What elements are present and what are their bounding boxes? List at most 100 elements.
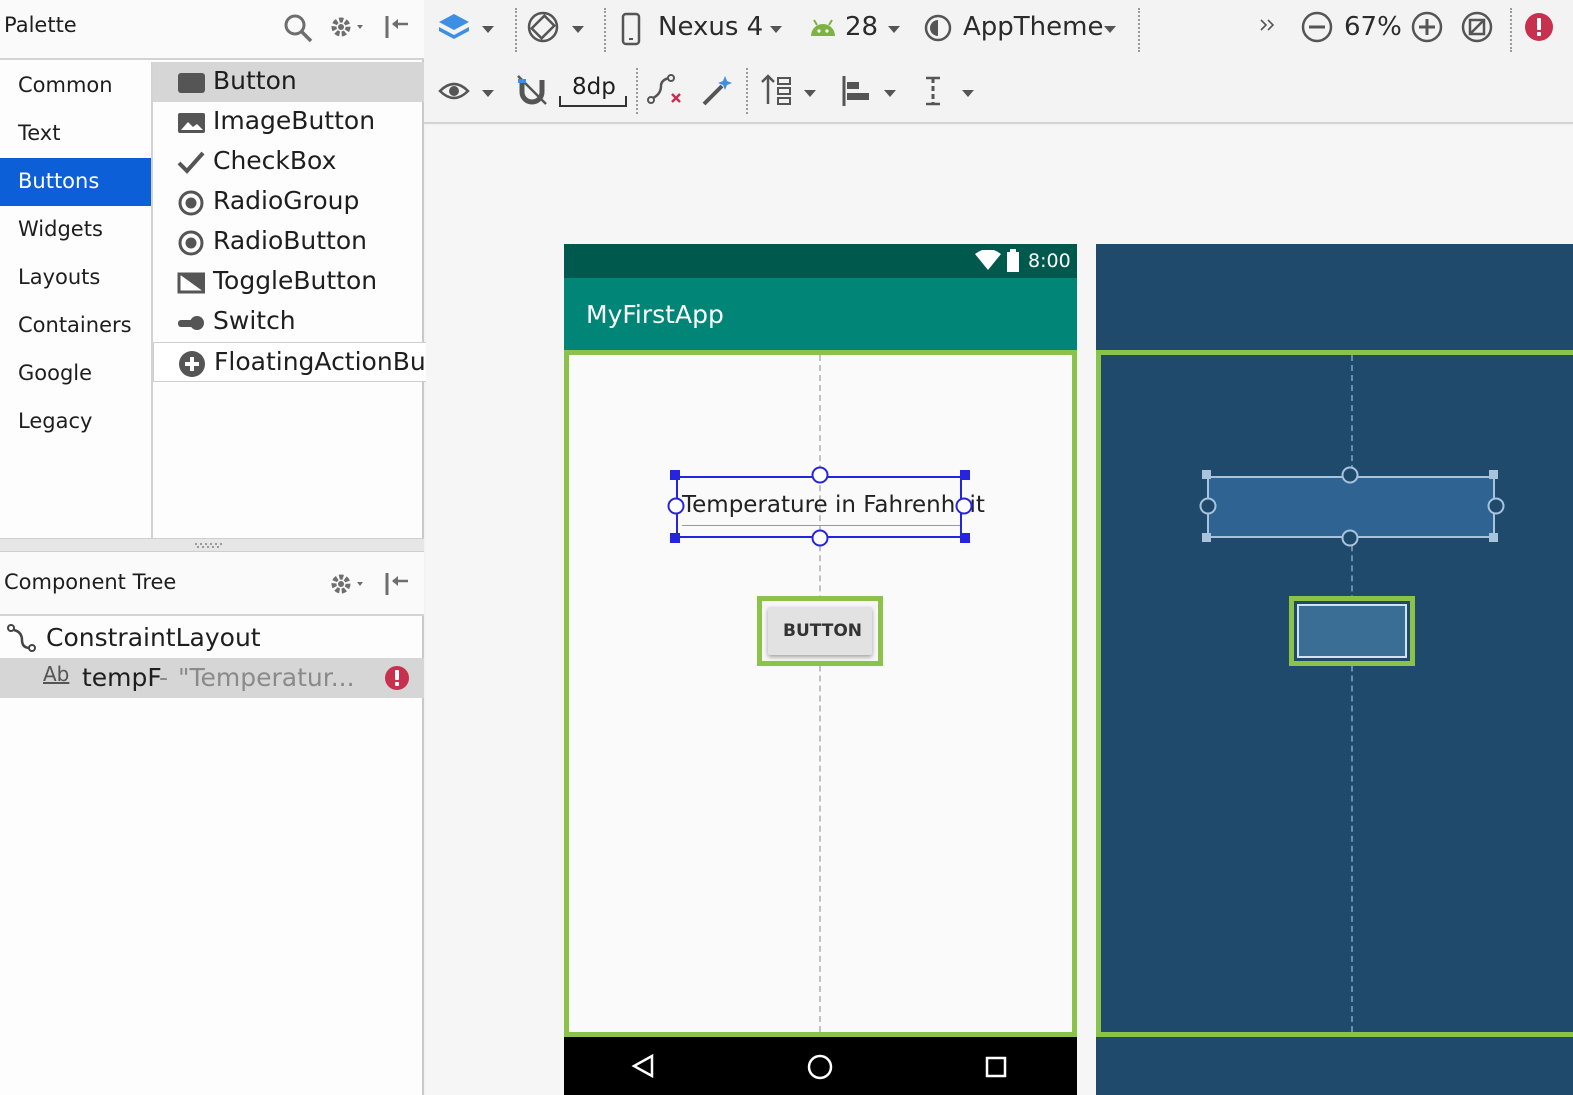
palette-item-label: ToggleButton xyxy=(213,266,378,295)
api-level: 28 xyxy=(845,12,879,42)
category-layouts[interactable]: Layouts xyxy=(0,254,151,302)
margin-ruler-icon xyxy=(559,96,627,107)
device-selector[interactable]: Nexus 4 xyxy=(620,8,795,52)
blueprint-button-body xyxy=(1297,604,1407,658)
button-label: BUTTON xyxy=(783,621,863,641)
selection-handles[interactable] xyxy=(664,464,976,550)
textview-icon: Ab xyxy=(43,662,70,686)
button-icon xyxy=(178,73,205,93)
home-icon xyxy=(807,1054,833,1080)
image-icon xyxy=(178,113,205,133)
gear-icon[interactable] xyxy=(328,570,368,600)
overflow-chevron-icon[interactable] xyxy=(1258,16,1280,36)
toggle-icon xyxy=(177,272,205,294)
device-name: Nexus 4 xyxy=(658,12,764,42)
app-bar: MyFirstApp xyxy=(564,278,1077,350)
palette-header: Palette xyxy=(0,0,424,60)
radio-icon xyxy=(178,190,204,216)
gear-icon[interactable] xyxy=(328,13,368,43)
category-widgets[interactable]: Widgets xyxy=(0,206,151,254)
constraint-layout-icon xyxy=(7,624,36,652)
clear-constraints-icon[interactable] xyxy=(646,74,686,108)
tree-root-label: ConstraintLayout xyxy=(46,623,261,652)
checkmark-icon xyxy=(177,151,205,174)
blueprint-center-guideline xyxy=(1351,355,1353,1032)
status-bar: 8:00 xyxy=(564,244,1077,278)
phone-icon xyxy=(621,12,641,46)
palette-item-label: RadioGroup xyxy=(213,186,360,215)
default-margin-selector[interactable]: 8dp xyxy=(558,72,630,112)
category-containers[interactable]: Containers xyxy=(0,302,151,350)
eye-icon[interactable] xyxy=(438,76,498,106)
category-legacy[interactable]: Legacy xyxy=(0,398,151,446)
blueprint-button[interactable] xyxy=(1289,596,1415,666)
switch-icon xyxy=(178,316,204,330)
category-common[interactable]: Common xyxy=(0,62,151,110)
category-text[interactable]: Text xyxy=(0,110,151,158)
component-tree-header: Component Tree xyxy=(0,552,424,616)
search-icon[interactable] xyxy=(282,12,314,44)
palette-categories: Common Text Buttons Widgets Layouts Cont… xyxy=(0,62,153,538)
theme-name: AppTheme xyxy=(963,12,1104,42)
grip-icon xyxy=(195,543,222,548)
category-buttons[interactable]: Buttons xyxy=(0,158,151,206)
palette-item-label: ImageButton xyxy=(213,106,376,135)
android-icon xyxy=(811,19,835,36)
component-tree-panel: Component Tree ConstraintLayout Ab tempF… xyxy=(0,552,424,1095)
status-time: 8:00 xyxy=(1028,250,1071,272)
magnet-off-icon[interactable] xyxy=(516,74,548,108)
pack-icon[interactable] xyxy=(760,74,822,110)
tree-child-text: "Temperatur... xyxy=(178,663,355,692)
zoom-in-icon[interactable] xyxy=(1410,10,1444,44)
error-icon[interactable] xyxy=(1524,12,1554,42)
palette-item-button[interactable]: Button xyxy=(153,62,424,102)
device-preview: 8:00 MyFirstApp Temperature in Fahrenhei… xyxy=(564,244,1077,1095)
panel-splitter[interactable] xyxy=(0,538,424,552)
tree-child-separator: - xyxy=(159,663,169,692)
blueprint-selection-handles xyxy=(1199,466,1505,547)
theme-selector[interactable]: AppTheme xyxy=(924,8,1124,52)
design-surface-icon[interactable] xyxy=(438,10,498,48)
chevron-down-icon xyxy=(888,26,900,33)
recents-icon xyxy=(985,1056,1007,1078)
zoom-to-fit-icon[interactable] xyxy=(1460,10,1494,44)
tree-item-constraintlayout[interactable]: ConstraintLayout xyxy=(0,618,424,658)
theme-icon xyxy=(924,14,952,42)
zoom-level: 67% xyxy=(1344,12,1402,42)
app-title: MyFirstApp xyxy=(586,300,724,329)
button-body: BUTTON xyxy=(768,607,872,655)
navigation-bar xyxy=(564,1037,1077,1095)
center-guideline xyxy=(819,355,821,1032)
category-google[interactable]: Google xyxy=(0,350,151,398)
palette-item-label: Button xyxy=(213,66,297,95)
palette-panel: Palette Common Text Buttons Widgets Layo… xyxy=(0,0,502,540)
tree-child-id: tempF xyxy=(82,663,162,692)
orientation-icon[interactable] xyxy=(526,10,588,48)
button-widget[interactable]: BUTTON xyxy=(757,596,883,666)
plus-circle-icon xyxy=(179,351,205,377)
palette-item-label: CheckBox xyxy=(213,146,337,175)
zoom-out-icon[interactable] xyxy=(1300,10,1334,44)
tree-item-tempf[interactable]: Ab tempF - "Temperatur... xyxy=(0,658,424,698)
palette-items: Button ImageButton CheckBox RadioGroup R… xyxy=(153,62,502,538)
layout-editor-toolbar: Nexus 4 28 AppTheme 67% xyxy=(424,0,1573,60)
infer-constraints-icon[interactable] xyxy=(700,74,734,108)
palette-item-label: Switch xyxy=(213,306,296,335)
chevron-down-icon xyxy=(1104,26,1116,33)
blueprint-preview xyxy=(1096,244,1573,1095)
guidelines-icon[interactable] xyxy=(922,74,982,110)
hide-panel-icon[interactable] xyxy=(382,570,412,598)
design-canvas[interactable]: 8:00 MyFirstApp Temperature in Fahrenhei… xyxy=(426,126,1573,1095)
error-icon[interactable] xyxy=(384,665,410,691)
align-icon[interactable] xyxy=(840,74,902,110)
back-icon xyxy=(631,1053,654,1079)
api-level-selector[interactable]: 28 xyxy=(808,8,908,52)
blueprint-layout-outline[interactable] xyxy=(1096,350,1573,1037)
hide-panel-icon[interactable] xyxy=(382,13,412,41)
battery-icon xyxy=(1007,249,1019,272)
wifi-icon xyxy=(975,250,1001,270)
radio-icon xyxy=(178,230,204,256)
chevron-down-icon xyxy=(770,26,782,33)
constraint-toolbar: 8dp xyxy=(424,60,1573,124)
palette-title: Palette xyxy=(4,13,77,37)
